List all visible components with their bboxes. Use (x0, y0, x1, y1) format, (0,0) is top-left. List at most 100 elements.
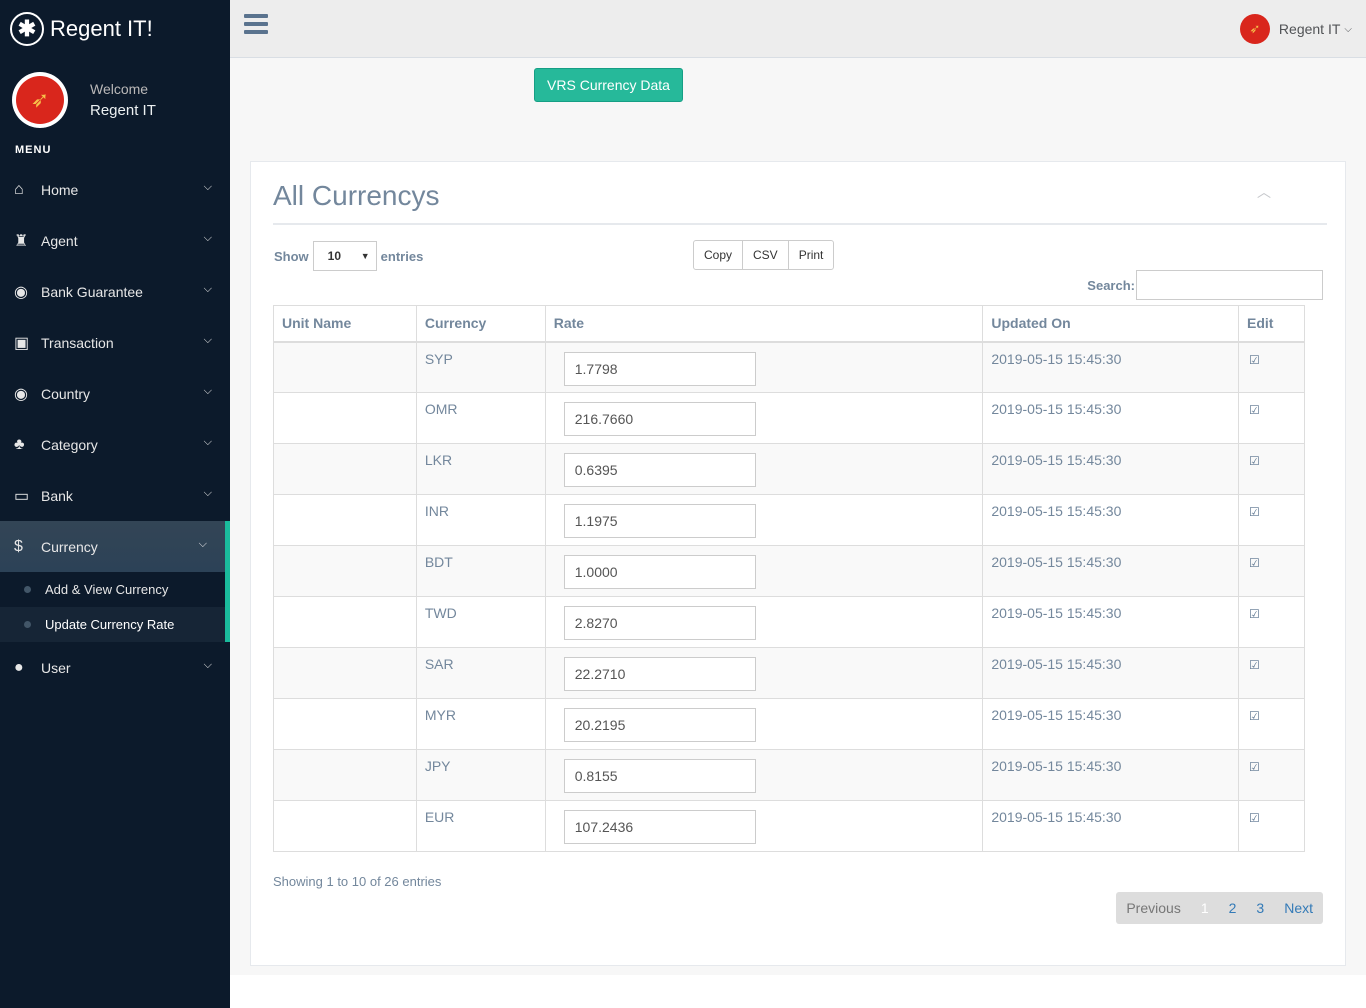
sidebar-item-bank[interactable]: ▭ Bank ⌵ (0, 470, 230, 521)
edit-check-icon[interactable]: ☑ (1249, 811, 1260, 825)
edit-check-icon[interactable]: ☑ (1249, 658, 1260, 672)
dollar-icon: $ (14, 537, 23, 555)
sidebar-item-label: Country (41, 385, 91, 402)
currency-cell: JPY (415, 749, 546, 801)
currency-cell: SAR (415, 647, 546, 699)
search-input[interactable] (1136, 270, 1323, 300)
page-3[interactable]: 3 (1246, 900, 1274, 916)
vrs-currency-data-button[interactable]: VRS Currency Data (534, 68, 683, 102)
next-button[interactable]: Next (1274, 900, 1323, 916)
csv-button[interactable]: CSV (742, 240, 789, 270)
copy-button[interactable]: Copy (693, 240, 744, 270)
sidebar-item-label: Bank Guarantee (41, 283, 143, 300)
rate-cell (544, 647, 984, 699)
currency-panel: All Currencys ︿ Show 10 ▼ entries Copy C… (250, 161, 1346, 966)
tree-icon: ♣ (14, 435, 25, 453)
rate-input[interactable] (563, 504, 756, 538)
rate-cell (544, 749, 984, 801)
rate-cell (544, 341, 984, 393)
sidebar-item-category[interactable]: ♣ Category ⌵ (0, 419, 230, 470)
currency-cell: SYP (415, 341, 546, 393)
header-rate[interactable]: Rate (544, 305, 984, 343)
sidebar-item-country[interactable]: ◉ Country ⌵ (0, 368, 230, 419)
rate-cell (544, 545, 984, 597)
edit-cell: ☑ (1238, 647, 1305, 699)
edit-check-icon[interactable]: ☑ (1249, 353, 1260, 367)
submenu-add-view-currency[interactable]: Add & View Currency (0, 572, 225, 607)
rate-input[interactable] (563, 555, 756, 589)
avatar: ➶ (12, 72, 68, 128)
currency-submenu: Add & View Currency Update Currency Rate (0, 572, 230, 642)
edit-check-icon[interactable]: ☑ (1249, 760, 1260, 774)
export-buttons: Copy CSV Print (693, 240, 835, 270)
header-unit-name[interactable]: Unit Name (273, 305, 417, 343)
table-info: Showing 1 to 10 of 26 entries (273, 874, 442, 889)
sidebar-item-currency[interactable]: $ Currency ⌵ (0, 521, 230, 572)
sidebar-item-label: User (41, 659, 71, 676)
brand[interactable]: ✱ Regent IT! (0, 0, 230, 58)
unit-name-cell (273, 545, 417, 597)
rate-input[interactable] (563, 606, 756, 640)
currency-table: Unit Name Currency Rate Updated On Edit … (273, 305, 1305, 852)
rate-input[interactable] (563, 402, 756, 436)
sidebar-item-label: Category (41, 436, 98, 453)
rate-input[interactable] (563, 453, 756, 487)
edit-cell: ☑ (1238, 698, 1305, 750)
sidebar-item-home[interactable]: ⌂ Home ⌵ (0, 164, 230, 215)
top-navbar: ➶ Regent IT ⌵ (230, 0, 1366, 58)
brand-title: Regent IT! (50, 16, 153, 41)
chevron-down-icon: ⌵ (203, 659, 212, 671)
welcome-text: Welcome (90, 81, 149, 97)
user-menu[interactable]: ➶ Regent IT ⌵ (1239, 14, 1352, 44)
edit-cell: ☑ (1238, 545, 1305, 597)
entries-select[interactable]: 10 ▼ (312, 241, 377, 271)
edit-check-icon[interactable]: ☑ (1249, 403, 1260, 417)
page-1[interactable]: 1 (1191, 900, 1219, 916)
sidebar-item-bank-guarantee[interactable]: ◉ Bank Guarantee ⌵ (0, 266, 230, 317)
rate-cell (544, 800, 984, 852)
rate-input[interactable] (563, 708, 756, 742)
chevron-down-icon: ⌵ (203, 283, 212, 295)
collapse-icon[interactable]: ︿ (1257, 182, 1271, 202)
edit-check-icon[interactable]: ☑ (1249, 454, 1260, 468)
credit-card-icon: ▭ (14, 487, 30, 505)
rate-input[interactable] (563, 759, 756, 793)
globe-icon: ◉ (14, 385, 28, 403)
sidebar-item-label: Transaction (41, 334, 114, 351)
sidebar-item-user[interactable]: ● User ⌵ (0, 642, 230, 693)
header-currency[interactable]: Currency (415, 305, 546, 343)
user-avatar: ➶ (1239, 14, 1270, 44)
submenu-update-currency-rate[interactable]: Update Currency Rate (0, 607, 225, 642)
menu-toggle-icon[interactable] (244, 14, 268, 34)
sidebar: ✱ Regent IT! ➶ Welcome Regent IT MENU ⌂ H… (0, 0, 230, 1008)
table-row: JPY 2019-05-15 15:45:30 ☑ (273, 749, 1305, 801)
profile-name: Regent IT (90, 102, 156, 119)
sidebar-item-agent[interactable]: ♜ Agent ⌵ (0, 215, 230, 266)
updated-on-cell: 2019-05-15 15:45:30 (982, 443, 1240, 495)
rate-input[interactable] (563, 351, 756, 386)
edit-cell: ☑ (1238, 596, 1305, 648)
previous-button[interactable]: Previous (1116, 900, 1190, 916)
panel-divider (273, 223, 1327, 225)
edit-cell: ☑ (1238, 443, 1305, 495)
search-label: Search: (1087, 277, 1135, 293)
rate-input[interactable] (563, 657, 756, 691)
table-header-row: Unit Name Currency Rate Updated On Edit (273, 305, 1305, 343)
edit-check-icon[interactable]: ☑ (1249, 709, 1260, 723)
updated-on-cell: 2019-05-15 15:45:30 (982, 698, 1240, 750)
edit-check-icon[interactable]: ☑ (1249, 556, 1260, 570)
sidebar-item-transaction[interactable]: ▣ Transaction ⌵ (0, 317, 230, 368)
print-button[interactable]: Print (787, 240, 835, 270)
table-row: SAR 2019-05-15 15:45:30 ☑ (273, 647, 1305, 699)
page-2[interactable]: 2 (1219, 900, 1247, 916)
rate-cell (544, 392, 984, 444)
rate-input[interactable] (563, 810, 756, 844)
edit-check-icon[interactable]: ☑ (1249, 607, 1260, 621)
edit-check-icon[interactable]: ☑ (1249, 505, 1260, 519)
main-content: VRS Currency Data All Currencys ︿ Show 1… (230, 58, 1366, 1008)
globe-icon: ◉ (14, 283, 28, 301)
show-label: Show (274, 248, 309, 264)
header-edit[interactable]: Edit (1238, 305, 1305, 343)
header-updated-on[interactable]: Updated On (982, 305, 1240, 343)
table-row: LKR 2019-05-15 15:45:30 ☑ (273, 443, 1305, 495)
